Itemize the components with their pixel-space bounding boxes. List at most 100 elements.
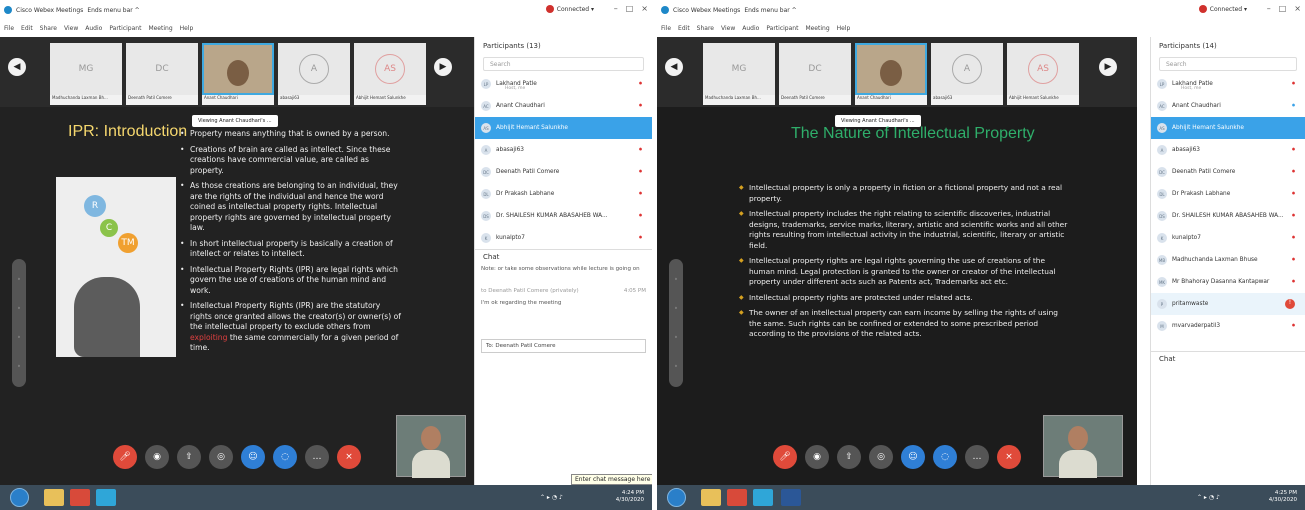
menu-file[interactable]: File	[4, 25, 14, 32]
menu-view[interactable]: View	[64, 25, 78, 32]
minimize-button[interactable]: –	[614, 4, 618, 13]
participant-search-input[interactable]: Search	[1159, 57, 1297, 71]
close-button[interactable]: ×	[641, 4, 648, 13]
participant-item[interactable]: AC Anant Chaudhari ⏺	[475, 95, 652, 117]
participant-search-input[interactable]: Search	[483, 57, 644, 71]
video-tile[interactable]: A	[278, 43, 350, 95]
menu-edit[interactable]: Edit	[678, 25, 690, 32]
slide-side-controls[interactable]: ◦ ◦ ◦ ◦	[12, 259, 26, 387]
video-tile[interactable]: AS	[354, 43, 426, 95]
video-tile[interactable]: DC	[779, 43, 851, 95]
participant-item[interactable]: Mmvarvaderpatil3 ⏺	[1151, 315, 1305, 337]
menu-audio[interactable]: Audio	[85, 25, 102, 32]
participant-item[interactable]: Kkunalpto7 ⏺	[475, 227, 652, 249]
menu-share[interactable]: Share	[697, 25, 714, 32]
chat-button[interactable]: ◌	[933, 445, 957, 469]
menu-view[interactable]: View	[721, 25, 735, 32]
tray-icons[interactable]: ⌃ ▸ ◔ ♪	[540, 494, 563, 501]
maximize-button[interactable]: □	[626, 4, 634, 13]
menu-share[interactable]: Share	[40, 25, 57, 32]
menu-meeting[interactable]: Meeting	[148, 25, 172, 32]
share-button[interactable]: ⇧	[837, 445, 861, 469]
menu-participant[interactable]: Participant	[766, 25, 798, 32]
strip-prev-button[interactable]: ◀	[665, 58, 683, 76]
chat-header[interactable]: Chat	[475, 249, 652, 263]
participant-item[interactable]: Aabasaji63 ⏺	[1151, 139, 1305, 161]
chrome-icon[interactable]	[727, 489, 747, 506]
video-tile[interactable]: MG	[50, 43, 122, 95]
word-icon[interactable]	[781, 489, 801, 506]
participant-item[interactable]: Aabasaji63 ⏺	[475, 139, 652, 161]
mute-button[interactable]: 🎤︎	[773, 445, 797, 469]
connection-status[interactable]: Connected ▾	[1198, 5, 1247, 13]
share-button[interactable]: ⇧	[177, 445, 201, 469]
mute-button[interactable]: 🎤︎	[113, 445, 137, 469]
menu-meeting[interactable]: Meeting	[805, 25, 829, 32]
explorer-icon[interactable]	[44, 489, 64, 506]
participants-button[interactable]: ☺	[901, 445, 925, 469]
participant-more-button[interactable]: !	[1285, 299, 1295, 309]
self-view-video[interactable]	[396, 415, 466, 478]
chrome-icon[interactable]	[70, 489, 90, 506]
clock[interactable]: 4:24 PM 4/30/2020	[616, 490, 644, 504]
participant-item-selected[interactable]: AS Abhijit Hemant Salunkhe	[475, 117, 652, 139]
connection-status[interactable]: Connected ▾	[545, 5, 594, 13]
clock[interactable]: 4:25 PM 4/30/2020	[1269, 490, 1297, 504]
record-button[interactable]: ◎	[869, 445, 893, 469]
participants-panel: Participants (14) Search LP Lakhand Patle…	[1150, 37, 1305, 488]
video-tile[interactable]: A	[931, 43, 1003, 95]
menu-file[interactable]: File	[661, 25, 671, 32]
video-tile[interactable]: DC	[126, 43, 198, 95]
participant-item[interactable]: DC Deenath Patil Comere ⏺	[1151, 161, 1305, 183]
maximize-button[interactable]: □	[1279, 4, 1287, 13]
participant-item-selected[interactable]: AS Abhijit Hemant Salunkhe	[1151, 117, 1305, 139]
participant-item[interactable]: Kkunalpto7 ⏺	[1151, 227, 1305, 249]
participant-item[interactable]: DL Dr Prakash Labhane ⏺	[475, 183, 652, 205]
video-button[interactable]: ◉	[145, 445, 169, 469]
strip-next-button[interactable]: ▶	[434, 58, 452, 76]
participant-item[interactable]: DS Dr. SHAILESH KUMAR ABASAHEB WA... ⏺	[475, 205, 652, 227]
participant-item[interactable]: DL Dr Prakash Labhane ⏺	[1151, 183, 1305, 205]
participant-item[interactable]: MB Madhuchanda Laxman Bhuse ⏺	[1151, 249, 1305, 271]
chat-header[interactable]: Chat	[1151, 351, 1305, 365]
leave-button[interactable]: ×	[997, 445, 1021, 469]
menu-help[interactable]: Help	[837, 25, 851, 32]
chat-button[interactable]: ◌	[273, 445, 297, 469]
menu-bar-toggle[interactable]: Ends menu bar ^	[87, 7, 139, 14]
strip-next-button[interactable]: ▶	[1099, 58, 1117, 76]
participant-item[interactable]: LP Lakhand Patle Host, me ⏺	[475, 73, 652, 95]
start-button[interactable]	[667, 488, 686, 507]
video-tile[interactable]: AS	[1007, 43, 1079, 95]
more-button[interactable]: …	[305, 445, 329, 469]
menu-participant[interactable]: Participant	[109, 25, 141, 32]
participant-item[interactable]: AC Anant Chaudhari ⏺	[1151, 95, 1305, 117]
video-tile[interactable]: MG	[703, 43, 775, 95]
video-tile-active[interactable]	[202, 43, 274, 95]
participant-item[interactable]: DC Deenath Patil Comere ⏺	[475, 161, 652, 183]
video-button[interactable]: ◉	[805, 445, 829, 469]
participant-item[interactable]: Ppritamwaste!	[1151, 293, 1305, 315]
participant-item[interactable]: LP Lakhand Patle Host, me ⏺	[1151, 73, 1305, 95]
video-tile-active[interactable]	[855, 43, 927, 95]
strip-prev-button[interactable]: ◀	[8, 58, 26, 76]
participant-item[interactable]: MK Mr Bhahoray Dasanna Kantapwar ⏺	[1151, 271, 1305, 293]
menu-audio[interactable]: Audio	[742, 25, 759, 32]
menu-edit[interactable]: Edit	[21, 25, 33, 32]
record-button[interactable]: ◎	[209, 445, 233, 469]
menu-bar-toggle[interactable]: Ends menu bar ^	[744, 7, 796, 14]
explorer-icon[interactable]	[701, 489, 721, 506]
start-button[interactable]	[10, 488, 29, 507]
more-button[interactable]: …	[965, 445, 989, 469]
webex-taskbar-icon[interactable]	[753, 489, 773, 506]
minimize-button[interactable]: –	[1267, 4, 1271, 13]
self-view-video[interactable]	[1043, 415, 1123, 478]
participant-item[interactable]: DS Dr. SHAILESH KUMAR ABASAHEB WA... ⏺	[1151, 205, 1305, 227]
tray-icons[interactable]: ⌃ ▸ ◔ ♪	[1197, 494, 1220, 501]
menu-help[interactable]: Help	[180, 25, 194, 32]
participants-button[interactable]: ☺	[241, 445, 265, 469]
close-button[interactable]: ×	[1294, 4, 1301, 13]
chat-recipient-select[interactable]: To: Deenath Patil Comere	[481, 339, 646, 353]
webex-taskbar-icon[interactable]	[96, 489, 116, 506]
leave-button[interactable]: ×	[337, 445, 361, 469]
slide-side-controls[interactable]: ◦ ◦ ◦ ◦	[669, 259, 683, 387]
